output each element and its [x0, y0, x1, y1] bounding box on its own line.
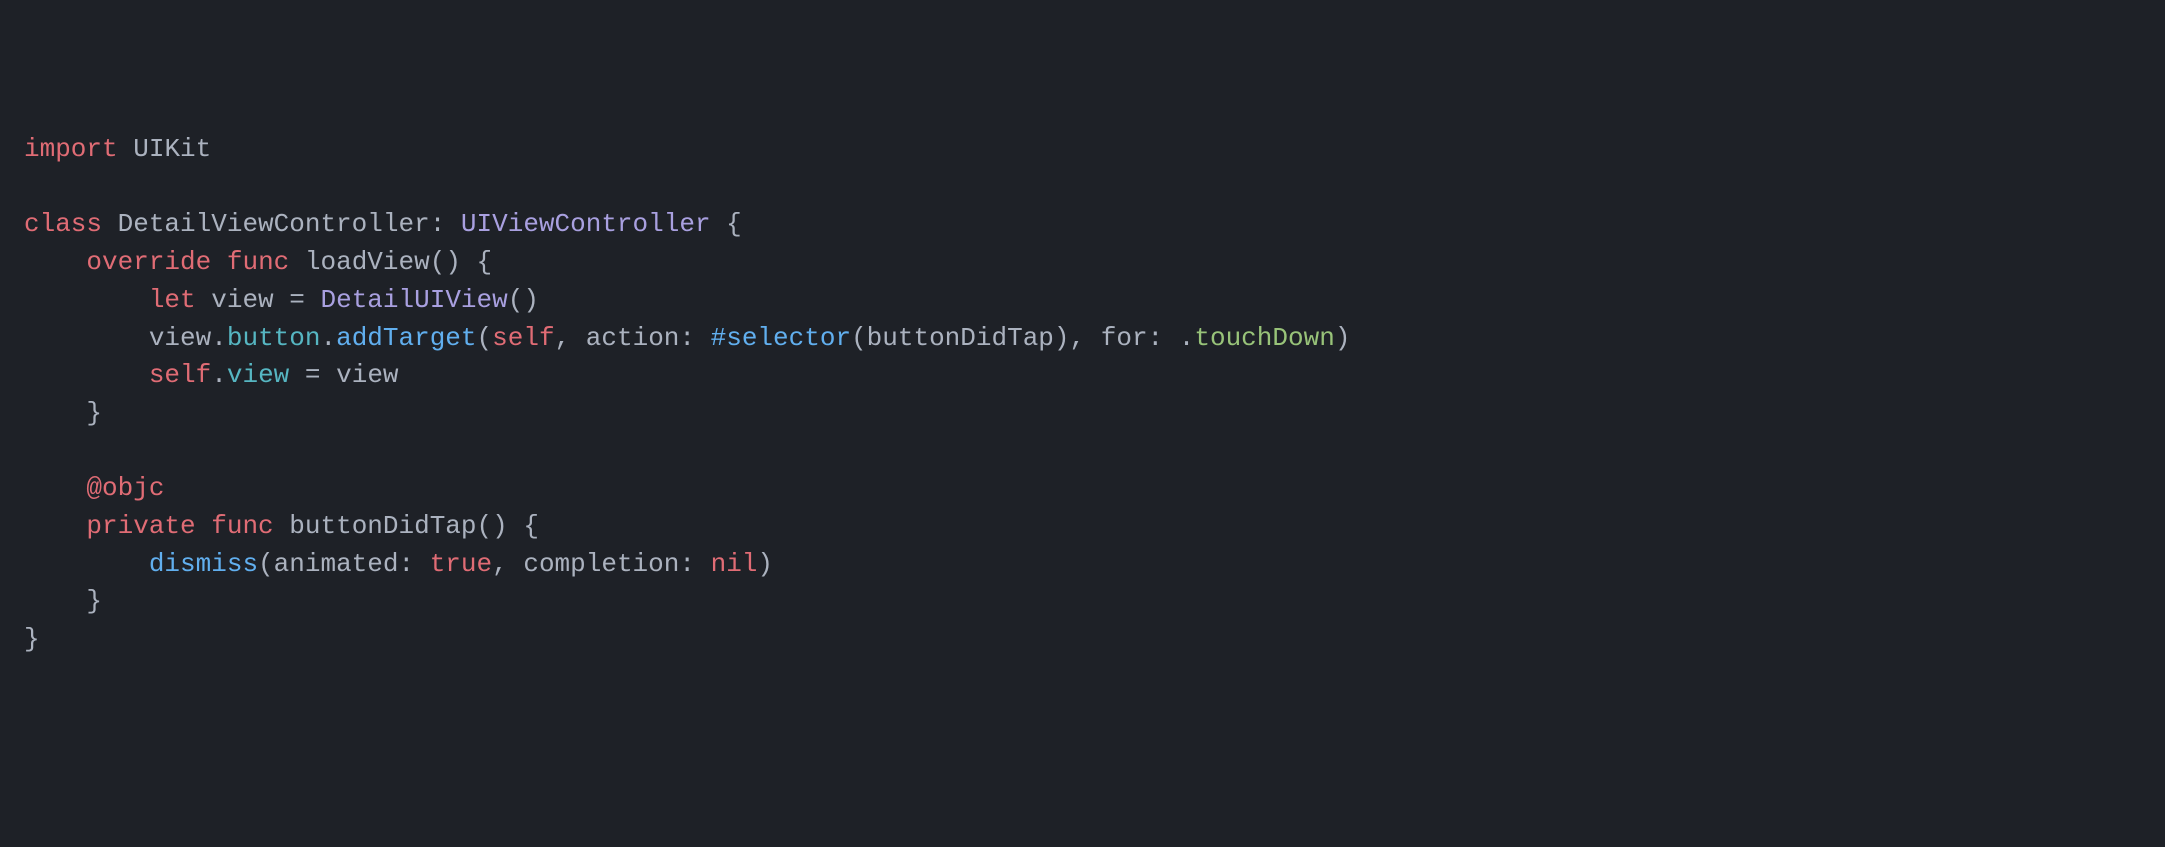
module-name: UIKit: [133, 134, 211, 164]
equals: =: [289, 285, 305, 315]
type-name: DetailUIView: [321, 285, 508, 315]
colon: :: [398, 549, 414, 579]
selector-name: buttonDidTap: [867, 323, 1054, 353]
param-label: animated: [274, 549, 399, 579]
close-brace: }: [86, 586, 102, 616]
func-name: loadView: [305, 247, 430, 277]
func-name: buttonDidTap: [289, 511, 476, 541]
var-ref: view: [336, 360, 398, 390]
dot: .: [211, 323, 227, 353]
open-brace: {: [477, 247, 493, 277]
keyword-class: class: [24, 209, 102, 239]
keyword-let: let: [149, 285, 196, 315]
param-label: for: [1101, 323, 1148, 353]
code-line: class DetailViewController: UIViewContro…: [24, 206, 2141, 244]
colon: :: [679, 323, 695, 353]
colon: :: [1148, 323, 1164, 353]
code-line: }: [24, 395, 2141, 433]
close-paren: ): [523, 285, 539, 315]
close-paren: ): [757, 549, 773, 579]
code-line: override func loadView() {: [24, 244, 2141, 282]
var-name: view: [211, 285, 273, 315]
param-label: completion: [523, 549, 679, 579]
code-line: }: [24, 583, 2141, 621]
code-line: view.button.addTarget(self, action: #sel…: [24, 320, 2141, 358]
enum-value: touchDown: [1194, 323, 1334, 353]
close-paren: ): [445, 247, 461, 277]
close-paren: ): [1335, 323, 1351, 353]
comma: ,: [492, 549, 508, 579]
code-line: private func buttonDidTap() {: [24, 508, 2141, 546]
code-line: let view = DetailUIView(): [24, 282, 2141, 320]
property: view: [227, 360, 289, 390]
keyword-func: func: [227, 247, 289, 277]
open-brace: {: [726, 209, 742, 239]
var-ref: view: [149, 323, 211, 353]
code-line: dismiss(animated: true, completion: nil): [24, 546, 2141, 584]
keyword-nil: nil: [711, 549, 758, 579]
close-brace: }: [24, 624, 40, 654]
open-paren: (: [508, 285, 524, 315]
open-paren: (: [477, 323, 493, 353]
superclass-name: UIViewController: [461, 209, 711, 239]
keyword-private: private: [86, 511, 195, 541]
comma: ,: [555, 323, 571, 353]
keyword-self: self: [149, 360, 211, 390]
dot: .: [320, 323, 336, 353]
close-brace: }: [86, 398, 102, 428]
func-call: dismiss: [149, 549, 258, 579]
attribute: @objc: [86, 473, 164, 503]
method-call: addTarget: [336, 323, 476, 353]
code-line: [24, 169, 2141, 207]
property: button: [227, 323, 321, 353]
close-paren: ): [1054, 323, 1070, 353]
open-brace: {: [523, 511, 539, 541]
dot: .: [211, 360, 227, 390]
open-paren: (: [477, 511, 493, 541]
comma: ,: [1070, 323, 1086, 353]
open-paren: (: [430, 247, 446, 277]
keyword-true: true: [430, 549, 492, 579]
open-paren: (: [851, 323, 867, 353]
code-line: [24, 433, 2141, 471]
equals: =: [305, 360, 321, 390]
code-line: @objc: [24, 470, 2141, 508]
keyword-self: self: [492, 323, 554, 353]
open-paren: (: [258, 549, 274, 579]
selector: #selector: [711, 323, 851, 353]
param-label: action: [586, 323, 680, 353]
colon: :: [679, 549, 695, 579]
close-paren: ): [492, 511, 508, 541]
keyword-import: import: [24, 134, 118, 164]
class-name: DetailViewController: [118, 209, 430, 239]
code-editor[interactable]: import UIKit class DetailViewController:…: [24, 131, 2141, 659]
code-line: }: [24, 621, 2141, 659]
keyword-func: func: [211, 511, 273, 541]
colon: :: [430, 209, 446, 239]
code-line: import UIKit: [24, 131, 2141, 169]
code-line: self.view = view: [24, 357, 2141, 395]
keyword-override: override: [86, 247, 211, 277]
dot: .: [1179, 323, 1195, 353]
